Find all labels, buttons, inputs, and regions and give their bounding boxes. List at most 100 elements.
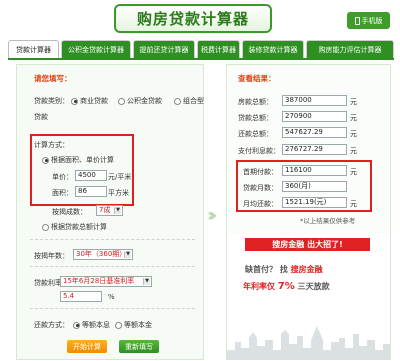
loan-type-provident[interactable]: 公积金贷款 <box>118 96 162 106</box>
radio-icon <box>42 223 49 231</box>
tab-renovation-loan-calculator[interactable]: 装修贷款计算器 <box>242 40 304 58</box>
calc-method-label: 计算方式： <box>34 141 69 149</box>
divider <box>30 239 195 240</box>
radio-icon <box>73 321 80 329</box>
area-label: 面积： <box>52 189 73 197</box>
ad-text: 三天放款 <box>297 282 330 291</box>
radio-label: 公积金贷款 <box>127 97 162 105</box>
radio-icon <box>115 321 122 329</box>
radio-icon <box>42 156 49 164</box>
monthly-payment-value: 1521.19(元) <box>282 197 347 208</box>
results-disclaimer: *以上结果仅供参考 <box>300 217 356 225</box>
calc-by-area-radio[interactable]: 根据面积、单价计算 <box>42 155 114 165</box>
radio-label: 根据贷款总额计算 <box>51 223 107 231</box>
tab-label: 公积金贷款计算器 <box>68 45 124 54</box>
ad-text: 找 <box>279 265 288 274</box>
repay-total-value: 547627.29 <box>282 127 347 138</box>
ad-line-two: 年利率仅 7% 三天放款 <box>243 281 330 292</box>
loan-total-value: 270900 <box>282 111 347 122</box>
mortgage-ratio-select[interactable]: 7成 ▼ <box>96 205 123 216</box>
loan-type-label: 贷款类别： <box>34 97 69 105</box>
monthly-payment-unit: 元 <box>350 200 357 208</box>
mortgage-ratio-label: 按揭成数： <box>52 208 87 216</box>
radio-icon <box>174 97 181 105</box>
tab-provident-fund-calculator[interactable]: 公积金贷款计算器 <box>61 40 131 58</box>
down-payment-label: 首期付款： <box>243 168 278 176</box>
radio-label: 组合型 <box>183 97 204 105</box>
house-total-unit: 元 <box>350 98 357 106</box>
mobile-version-button[interactable]: 手机版 <box>347 12 390 29</box>
repay-equal-installment[interactable]: 等额本息 <box>73 320 110 330</box>
interest-value: 276727.29 <box>282 144 347 155</box>
monthly-payment-label: 月均还款： <box>243 200 278 208</box>
down-payment-value: 116100 <box>282 165 347 176</box>
phone-icon <box>354 16 360 25</box>
start-calculation-button[interactable]: 开始计算 <box>67 340 107 353</box>
area-input[interactable]: 86 <box>75 186 107 197</box>
interest-unit: 元 <box>350 147 357 155</box>
years-label: 按揭年数： <box>34 252 69 260</box>
chevron-down-icon: ▼ <box>124 251 131 258</box>
rate-input[interactable]: 5.4 <box>60 291 102 302</box>
tab-label: 购房能力评估计算器 <box>318 45 382 54</box>
page-title: 购房贷款计算器 <box>136 10 249 28</box>
house-total-value: 387000 <box>282 95 347 106</box>
loan-months-value: 360(月) <box>282 181 347 192</box>
radio-label: 等额本金 <box>124 321 152 329</box>
chevron-down-icon: ▼ <box>143 278 150 285</box>
loan-type-combined[interactable]: 组合型 <box>174 96 204 106</box>
loan-total-unit: 元 <box>350 114 357 122</box>
unit-price-label: 单价： <box>52 173 73 181</box>
tab-prepayment-calculator[interactable]: 提前还贷计算器 <box>133 40 195 58</box>
select-value: 15年6月28日基准利率 <box>63 277 135 285</box>
unit-price-unit: 元/平米 <box>108 173 132 181</box>
tab-loan-calculator[interactable]: 贷款计算器 <box>8 40 59 58</box>
select-value: 30年（360期） <box>76 250 127 258</box>
radio-label: 等额本息 <box>82 321 110 329</box>
loan-type-wrap-text: 贷款 <box>34 113 48 121</box>
tab-label: 装修贷款计算器 <box>248 45 298 54</box>
mobile-version-label: 手机版 <box>361 16 383 25</box>
radio-icon <box>118 97 125 105</box>
repay-total-unit: 元 <box>350 130 357 138</box>
interest-label: 支付利息款： <box>238 147 280 155</box>
tab-label: 贷款计算器 <box>16 45 51 54</box>
city-skyline-image <box>227 326 390 360</box>
ad-text: 7% <box>277 281 295 292</box>
ad-text: 年利率仅 <box>243 282 275 291</box>
divider <box>30 266 195 267</box>
radio-label: 根据面积、单价计算 <box>51 156 114 164</box>
repay-total-label: 还款总额： <box>238 130 273 138</box>
years-select[interactable]: 30年（360期） ▼ <box>73 249 133 260</box>
tab-affordability-calculator[interactable]: 购房能力评估计算器 <box>306 40 394 58</box>
chevron-down-icon: ▼ <box>114 207 121 214</box>
down-payment-unit: 元 <box>350 168 357 176</box>
radio-icon <box>71 97 78 105</box>
repay-equal-principal[interactable]: 等额本金 <box>115 320 152 330</box>
rate-select[interactable]: 15年6月28日基准利率 ▼ <box>60 276 152 287</box>
ad-line-one: 缺首付？ 找 搜房金融 <box>245 264 323 275</box>
input-section-title: 请您填写： <box>34 74 72 83</box>
select-value: 7成 <box>99 206 111 214</box>
finance-ad-banner[interactable]: 搜房金融 出大招了! 缺首付？ 找 搜房金融 年利率仅 7% 三天放款 <box>227 234 390 360</box>
tab-tax-calculator[interactable]: 税费计算器 <box>197 40 240 58</box>
tab-label: 税费计算器 <box>201 45 236 54</box>
divider <box>30 308 195 309</box>
reset-button[interactable]: 重新填写 <box>119 340 159 353</box>
ad-text: 搜房金融 <box>290 265 323 274</box>
calc-by-total-radio[interactable]: 根据贷款总额计算 <box>42 222 107 232</box>
calculator-tabs: 贷款计算器 公积金贷款计算器 提前还贷计算器 税费计算器 装修贷款计算器 购房能… <box>8 40 394 58</box>
ad-text: 缺首付？ <box>245 265 277 274</box>
results-section-title: 查看结果： <box>238 74 276 83</box>
loan-months-label: 贷款月数： <box>243 184 278 192</box>
loan-type-commercial[interactable]: 商业贷款 <box>71 96 108 106</box>
tab-underline <box>8 58 394 60</box>
loan-total-label: 贷款总额： <box>238 114 273 122</box>
unit-price-input[interactable]: 4500 <box>75 170 107 181</box>
ad-headline: 搜房金融 出大招了! <box>245 238 370 251</box>
tab-label: 提前还贷计算器 <box>139 45 189 54</box>
area-unit: 平方米 <box>108 189 129 197</box>
radio-label: 商业贷款 <box>80 97 108 105</box>
calculator-title-box: 购房贷款计算器 <box>114 4 272 33</box>
rate-unit: % <box>108 293 115 301</box>
